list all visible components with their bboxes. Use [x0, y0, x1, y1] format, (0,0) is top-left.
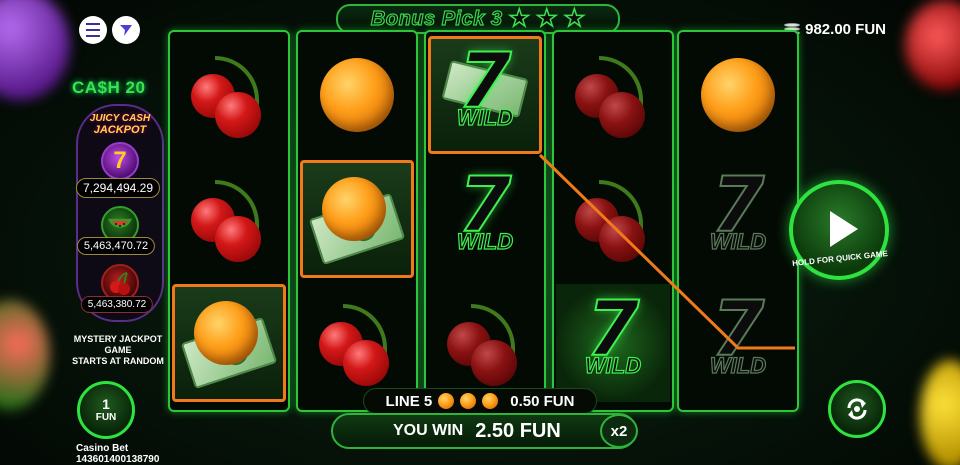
wild-icon: 7 WILD: [456, 160, 514, 254]
reel-cell: [681, 36, 795, 154]
mystery-jackpot-text: MYSTERY JACKPOT GAME STARTS AT RANDOM: [72, 334, 164, 366]
bonus-title: Bonus Pick 3: [370, 7, 503, 30]
autoplay-icon: [847, 398, 867, 420]
casino-bet-label: Casino Bet: [76, 443, 129, 454]
bet-button[interactable]: 1 FUN: [77, 381, 135, 439]
reel-cell: [428, 284, 542, 402]
cherry-icon: [445, 300, 525, 386]
reel-cell: [556, 36, 670, 154]
reel-cell: [300, 160, 414, 278]
jackpot-value: 7,294,494.29: [75, 178, 161, 198]
orange-icon: [701, 58, 775, 132]
win-multiplier: x2: [600, 414, 638, 448]
reel-2: [296, 30, 418, 412]
reel-cell: [172, 36, 286, 154]
jackpot-value: 5,463,380.72: [80, 296, 154, 313]
wild-icon: 7 WILD: [709, 160, 767, 254]
casino-bet-info: Casino Bet 143601400138790: [76, 443, 159, 465]
play-icon: [830, 211, 858, 247]
reel-3: 7 WILD 7 WILD: [424, 30, 546, 412]
brand-button[interactable]: [112, 16, 140, 44]
reel-cell: [300, 284, 414, 402]
balance-value: 982.00 FUN: [805, 21, 886, 38]
wild-icon: 7 WILD: [709, 284, 767, 378]
autoplay-button[interactable]: [828, 380, 886, 438]
orange-icon: [460, 393, 477, 409]
bet-value: 1: [102, 395, 110, 412]
cherry-icon: [189, 52, 269, 138]
reel-cell: 7 WILD: [681, 284, 795, 402]
reel-5: 7 WILD 7 WILD: [677, 30, 799, 412]
jackpot-value: 5,463,470.72: [76, 237, 156, 255]
reel-cell: 7 WILD: [681, 160, 795, 278]
reel-cell: 7 WILD: [556, 284, 670, 402]
decor-cherry: [905, 0, 960, 90]
reel-cell: [172, 160, 286, 278]
jackpot-label: JACKPOT: [93, 124, 147, 136]
line-amount: 0.50 FUN: [510, 392, 575, 410]
orange-cash-icon: [180, 299, 278, 390]
orange-icon: [482, 393, 499, 409]
cherry-icon: [573, 176, 653, 262]
wild-cash-icon: 7 WILD: [435, 42, 535, 143]
balance-display: 982.00 FUN: [784, 21, 886, 38]
reel-1: [168, 30, 290, 412]
orange-cash-icon: [308, 175, 406, 266]
jackpot-label: JUICY CASH: [89, 113, 151, 124]
decor-lemon: [920, 360, 960, 465]
win-label: YOU WIN: [393, 422, 464, 439]
cherry-icon: [317, 300, 397, 386]
star-icon: ★: [563, 5, 586, 32]
star-icon: ★: [535, 5, 558, 32]
jackpot-panel: JUICY CASH JACKPOT 7: [76, 104, 164, 322]
line-win-info: LINE 5 0.50 FUN: [363, 388, 597, 414]
brand-logo-icon: [120, 25, 132, 36]
menu-button[interactable]: [79, 16, 107, 44]
cherry-icon: [573, 52, 653, 138]
reel-cell: [172, 284, 286, 402]
orange-icon: [320, 58, 394, 132]
bet-id: 143601400138790: [76, 454, 160, 465]
bet-unit: FUN: [95, 412, 117, 424]
cherry-icon: [189, 176, 269, 262]
line-label: LINE 5: [385, 392, 433, 410]
reel-cell: [300, 36, 414, 154]
wild-icon: 7 WILD: [584, 284, 642, 378]
game-screen: 982.00 FUN Bonus Pick 3 ★ ★ ★ CA$H 20 JU…: [0, 0, 960, 465]
hamburger-icon: [86, 21, 100, 39]
jackpot-seven-icon: 7: [101, 142, 139, 180]
decor-grape: [0, 0, 70, 100]
reel-cell: [556, 160, 670, 278]
orange-icon: [438, 393, 455, 409]
reel-cell: 7 WILD: [428, 36, 542, 154]
reel-cell: 7 WILD: [428, 160, 542, 278]
win-bar: YOU WIN 2.50 FUN: [331, 413, 637, 449]
star-icon: ★: [508, 5, 531, 32]
win-amount: 2.50 FUN: [475, 419, 561, 442]
reel-4: 7 WILD: [552, 30, 674, 412]
decor-watermelon: [0, 300, 50, 410]
cash20-logo: CA$H 20: [72, 78, 146, 97]
